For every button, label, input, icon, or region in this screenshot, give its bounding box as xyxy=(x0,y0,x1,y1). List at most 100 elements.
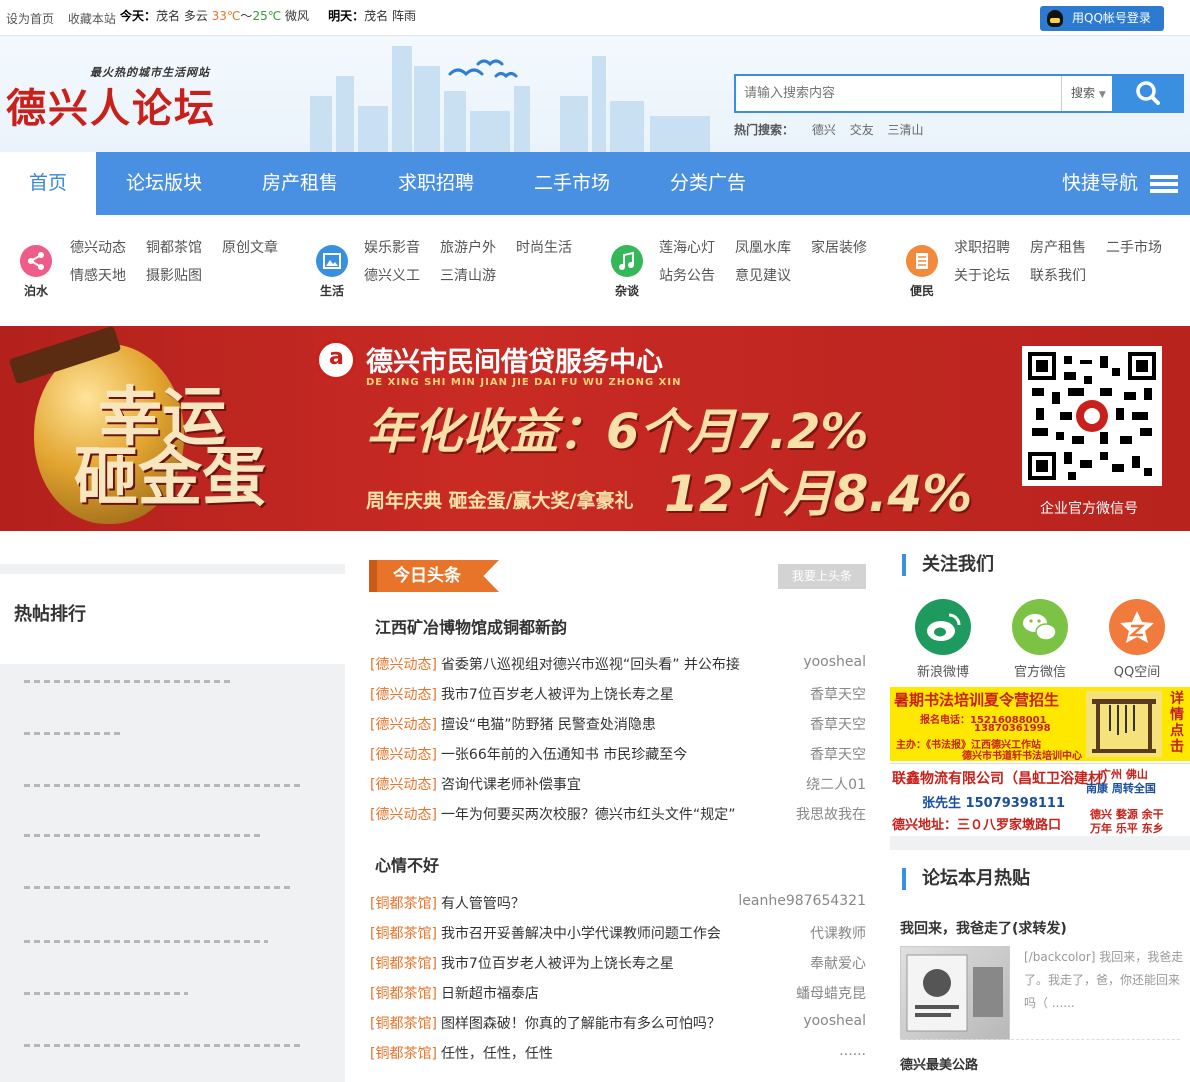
category-link[interactable]: 联系我们 xyxy=(1030,265,1086,285)
qq-login-button[interactable]: 用QQ帐号登录 xyxy=(1040,6,1164,31)
headline-author[interactable]: 香草天空 xyxy=(810,684,866,704)
hot-post-item[interactable] xyxy=(24,992,188,995)
headline-row[interactable]: [德兴动态] 省委第八巡视组对德兴市巡视“回头看” 并公布接 yoosheal xyxy=(370,654,866,674)
category-link[interactable]: 站务公告 xyxy=(659,265,715,285)
category-link[interactable]: 摄影贴图 xyxy=(146,265,202,285)
headline-category[interactable]: [铜都茶馆] xyxy=(370,1016,437,1032)
category-link[interactable]: 三清山游 xyxy=(440,265,496,285)
category-link[interactable]: 娱乐影音 xyxy=(364,237,420,257)
headline-row[interactable]: [铜都茶馆] 有人管管吗？ leanhe987654321 xyxy=(370,893,866,913)
headline-row[interactable]: [德兴动态] 一张66年前的入伍通知书 市民珍藏至今 香草天空 xyxy=(370,744,866,764)
logistics-ad[interactable]: 联鑫物流有限公司（昌虹卫浴建材） 张先生 15079398111 德兴地址：三０… xyxy=(890,763,1190,835)
monthly-post-title[interactable]: 我回来，我爸走了(求转发) xyxy=(900,918,1067,938)
headline-category[interactable]: [德兴动态] xyxy=(370,657,437,673)
headline-author[interactable]: leanhe987654321 xyxy=(738,893,866,909)
headline-author[interactable]: 我思故我在 xyxy=(796,804,866,824)
headline-author[interactable]: 香草天空 xyxy=(810,744,866,764)
nav-classifieds[interactable]: 分类广告 xyxy=(652,152,764,215)
category-link[interactable]: 铜都茶馆 xyxy=(146,237,202,257)
category-link[interactable]: 凤凰水库 xyxy=(735,237,791,257)
headline-title[interactable]: 一张66年前的入伍通知书 市民珍藏至今 xyxy=(441,747,687,763)
nav-forums[interactable]: 论坛版块 xyxy=(108,152,220,215)
hot-post-item[interactable] xyxy=(24,732,120,735)
category-link[interactable]: 时尚生活 xyxy=(516,237,572,257)
headline-row[interactable]: [铜都茶馆] 我市7位百岁老人被评为上饶长寿之星 奉献爱心 xyxy=(370,953,866,973)
headline-author[interactable]: 代课教师 xyxy=(810,923,866,943)
category-link[interactable]: 二手市场 xyxy=(1106,237,1162,257)
headline-row[interactable]: [德兴动态] 我市7位百岁老人被评为上饶长寿之星 香草天空 xyxy=(370,684,866,704)
nav-home[interactable]: 首页 xyxy=(0,152,96,215)
search-input[interactable] xyxy=(736,76,1056,111)
hot-post-item[interactable] xyxy=(24,1044,300,1047)
category-link[interactable]: 关于论坛 xyxy=(954,265,1010,285)
headline-author[interactable]: 绕二人01 xyxy=(806,774,866,794)
headline-category[interactable]: [铜都茶馆] xyxy=(370,896,437,912)
hot-post-item[interactable] xyxy=(24,834,260,837)
category-link[interactable]: 求职招聘 xyxy=(954,237,1010,257)
category-link[interactable]: 家居装修 xyxy=(811,237,867,257)
headline-row[interactable]: [铜都茶馆] 我市召开妥善解决中小学代课教师问题工作会 代课教师 xyxy=(370,923,866,943)
category-link[interactable]: 房产租售 xyxy=(1030,237,1086,257)
headline-category[interactable]: [德兴动态] xyxy=(370,717,437,733)
headline-category[interactable]: [铜都茶馆] xyxy=(370,986,437,1002)
headline-category[interactable]: [铜都茶馆] xyxy=(370,956,437,972)
headline-category[interactable]: [德兴动态] xyxy=(370,687,437,703)
headline-row[interactable]: [德兴动态] 一年为何要买两次校服？德兴市红头文件“规定” 我思故我在 xyxy=(370,804,866,824)
headline-category[interactable]: [铜都茶馆] xyxy=(370,1046,437,1062)
nav-jobs[interactable]: 求职招聘 xyxy=(380,152,492,215)
headline-title[interactable]: 省委第八巡视组对德兴市巡视“回头看” 并公布接 xyxy=(441,657,740,673)
category-link[interactable]: 德兴义工 xyxy=(364,265,420,285)
headline-category[interactable]: [德兴动态] xyxy=(370,747,437,763)
hot-post-item[interactable] xyxy=(24,680,234,683)
search-button[interactable] xyxy=(1112,74,1184,113)
headline-section-title[interactable]: 心情不好 xyxy=(375,852,439,876)
headline-title[interactable]: 我市召开妥善解决中小学代课教师问题工作会 xyxy=(441,926,721,942)
headline-title[interactable]: 日新超市福泰店 xyxy=(441,986,539,1002)
headline-row[interactable]: [铜都茶馆] 任性，任性，任性...... xyxy=(370,1043,866,1063)
headline-title[interactable]: 我市7位百岁老人被评为上饶长寿之星 xyxy=(441,687,674,703)
headline-title[interactable]: 图样图森破！你真的了解能市有多么可怕吗？ xyxy=(441,1016,721,1032)
monthly-post-thumbnail[interactable] xyxy=(900,946,1010,1040)
headline-author[interactable]: 蟠母蜡克昆 xyxy=(796,983,866,1003)
category-link[interactable]: 情感天地 xyxy=(70,265,126,285)
headline-section-title[interactable]: 江西矿冶博物馆成铜都新韵 xyxy=(375,614,567,638)
headline-row[interactable]: [铜都茶馆] 图样图森破！你真的了解能市有多么可怕吗？ yoosheal xyxy=(370,1013,866,1033)
hot-post-item[interactable] xyxy=(24,784,300,787)
hot-term[interactable]: 三清山 xyxy=(888,123,924,137)
quick-nav-button[interactable]: 快捷导航 xyxy=(1062,152,1178,215)
headline-category[interactable]: [铜都茶馆] xyxy=(370,926,437,942)
social-weibo[interactable]: 新浪微博 xyxy=(913,599,973,680)
headline-author[interactable]: yoosheal xyxy=(803,1013,866,1029)
submit-headline-button[interactable]: 我要上头条 xyxy=(778,564,866,589)
nav-real-estate[interactable]: 房产租售 xyxy=(244,152,356,215)
headline-title[interactable]: 咨询代课老师补偿事宜 xyxy=(441,777,581,793)
hot-term[interactable]: 交友 xyxy=(850,123,874,137)
social-qzone[interactable]: QQ空间 xyxy=(1107,599,1167,680)
category-link[interactable]: 原创文章 xyxy=(222,237,278,257)
category-link[interactable]: 意见建议 xyxy=(735,265,791,285)
bookmark-link[interactable]: 收藏本站 xyxy=(68,12,116,26)
headline-title[interactable]: 一年为何要买两次校服？德兴市红头文件“规定” xyxy=(441,807,736,823)
headline-row[interactable]: [铜都茶馆] 日新超市福泰店 蟠母蜡克昆 xyxy=(370,983,866,1003)
headline-author[interactable]: 奉献爱心 xyxy=(810,953,866,973)
category-link[interactable]: 德兴动态 xyxy=(70,237,126,257)
hot-post-item[interactable] xyxy=(24,940,268,943)
search-type-select[interactable]: 搜索 ▼ xyxy=(1061,76,1117,111)
headline-title[interactable]: 擅设“电猫”防野猪 民警查处消隐患 xyxy=(441,717,656,733)
category-link[interactable]: 旅游户外 xyxy=(440,237,496,257)
headline-author[interactable]: yoosheal xyxy=(803,654,866,670)
site-logo[interactable]: 德兴人论坛 xyxy=(6,76,216,134)
headline-title[interactable]: 有人管管吗？ xyxy=(441,896,525,912)
headline-category[interactable]: [德兴动态] xyxy=(370,777,437,793)
headline-author[interactable]: 香草天空 xyxy=(810,714,866,734)
category-link[interactable]: 莲海心灯 xyxy=(659,237,715,257)
headline-category[interactable]: [德兴动态] xyxy=(370,807,437,823)
hot-term[interactable]: 德兴 xyxy=(812,123,836,137)
calligraphy-ad[interactable]: 暑期书法培训夏令营招生 报名电话：15216088001 13870361998… xyxy=(890,687,1190,761)
headline-row[interactable]: [德兴动态] 擅设“电猫”防野猪 民警查处消隐患 香草天空 xyxy=(370,714,866,734)
nav-second-hand[interactable]: 二手市场 xyxy=(516,152,628,215)
social-wechat[interactable]: 官方微信 xyxy=(1010,599,1070,680)
hot-post-item[interactable] xyxy=(24,886,290,889)
promo-banner[interactable]: 幸运 砸金蛋 德兴市民间借贷服务中心 DE XING SHI MIN JIAN … xyxy=(0,326,1190,531)
headline-row[interactable]: [德兴动态] 咨询代课老师补偿事宜 绕二人01 xyxy=(370,774,866,794)
